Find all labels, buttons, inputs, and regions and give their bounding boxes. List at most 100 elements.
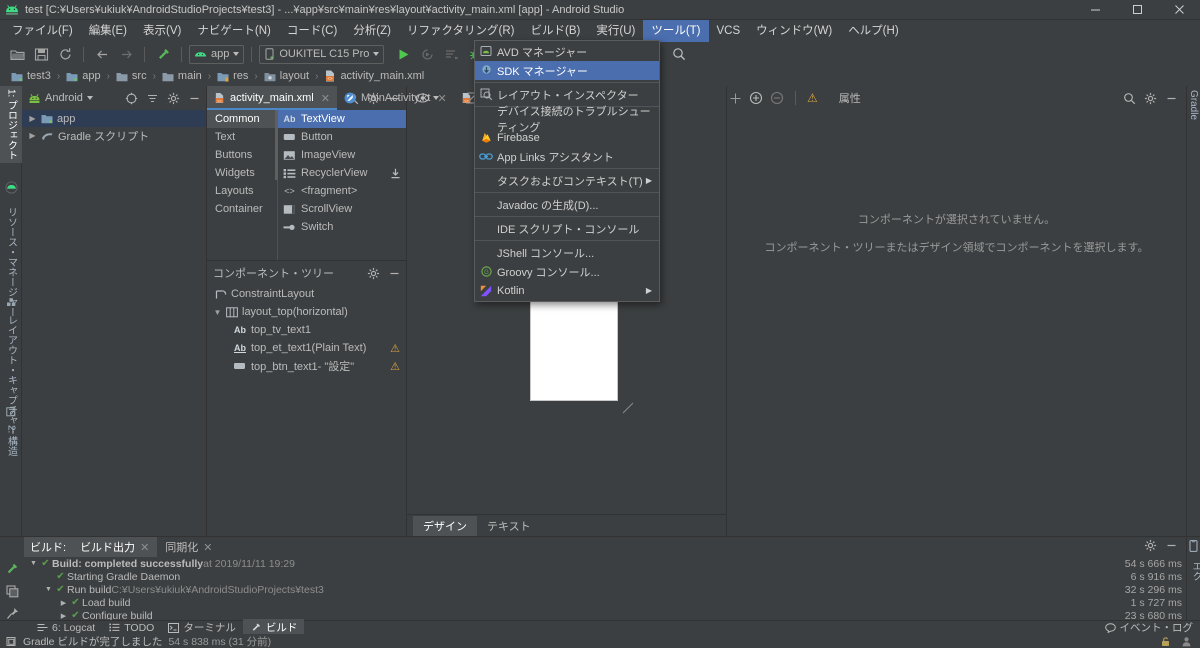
palette-item-switch[interactable]: Switch [278, 218, 406, 236]
tab-text[interactable]: テキスト [477, 516, 541, 536]
breadcrumb-item-test3[interactable]: test3 [8, 70, 54, 82]
palette-item-scrollview[interactable]: ScrollView [278, 200, 406, 218]
palette-category-widgets[interactable]: Widgets [207, 164, 277, 182]
resize-handle[interactable] [622, 402, 634, 414]
expand-arrow-icon[interactable]: ▶ [58, 599, 69, 607]
palette-category-text[interactable]: Text [207, 128, 277, 146]
device-selector[interactable]: OUKITEL C15 Pro [259, 44, 385, 64]
gear-icon[interactable] [365, 265, 381, 281]
collapse-arrow-icon[interactable]: ▼ [28, 560, 39, 567]
project-tree-item-app[interactable]: ▶ app [22, 110, 206, 127]
menu-run[interactable]: 実行(U) [588, 20, 643, 42]
run-icon[interactable] [392, 44, 414, 64]
gear-icon[interactable] [1144, 539, 1157, 552]
build-hammer-icon[interactable] [152, 44, 174, 64]
download-icon[interactable] [390, 168, 406, 179]
expand-arrow-icon-2[interactable]: ▶ [58, 612, 69, 620]
build-row[interactable]: ▼ ✔ Build: completed successfully at 201… [24, 557, 1200, 570]
close-icon[interactable]: ✕ [203, 541, 212, 554]
collapse-arrow-icon[interactable]: ▼ [213, 308, 222, 317]
tool-button-logcat[interactable]: 6: Logcat [30, 621, 102, 635]
gear-icon[interactable] [165, 90, 181, 106]
menu-refactor[interactable]: リファクタリング(R) [399, 20, 523, 42]
palette-category-common[interactable]: Common [207, 110, 277, 128]
project-panel-title-group[interactable]: Android [28, 92, 93, 104]
close-icon[interactable]: ✕ [140, 541, 149, 554]
menu-item-generate-javadoc[interactable]: Javadoc の生成(D)... [475, 195, 659, 214]
sidebar-item-device-file-explorer[interactable]: デバイス・ファイル・エク [1188, 561, 1200, 620]
collapse-all-icon[interactable] [144, 90, 160, 106]
menu-item-jshell-console[interactable]: JShell コンソール... [475, 243, 659, 262]
hide-panel-icon[interactable] [386, 265, 402, 281]
module-selector[interactable]: app [189, 44, 245, 64]
component-tree-row[interactable]: top_btn_text1- "設定" ⚠ [207, 357, 406, 375]
apply-code-changes-icon[interactable] [440, 44, 462, 64]
sidebar-item-structure[interactable]: 2: 構造 [0, 422, 22, 459]
build-row[interactable]: ▶ ✔ Load build 1 s 727 ms [24, 596, 1200, 609]
lock-open-icon[interactable] [1160, 636, 1171, 647]
menu-vcs[interactable]: VCS [709, 20, 749, 42]
breadcrumb-item-main[interactable]: main [159, 70, 205, 82]
palette-scrollbar[interactable] [275, 110, 278, 180]
project-tree-item-gradle-scripts[interactable]: ▶ Gradle スクリプト [22, 127, 206, 144]
tab-design[interactable]: デザイン [413, 516, 477, 536]
forward-arrow-icon[interactable] [115, 44, 137, 64]
target-icon[interactable] [123, 90, 139, 106]
menu-item-groovy-console[interactable]: G Groovy コンソール... [475, 262, 659, 281]
palette-item-button[interactable]: Button [278, 128, 406, 146]
device-file-explorer-icon[interactable] [1188, 540, 1199, 552]
warning-icon[interactable]: ⚠ [390, 360, 400, 373]
expand-arrow-icon[interactable]: ▶ [28, 114, 37, 123]
menu-tools[interactable]: ツール(T) [643, 20, 709, 42]
breadcrumb-item-layout[interactable]: layout [261, 70, 312, 82]
sidebar-item-project[interactable]: 1: プロジェクト [0, 86, 22, 164]
breadcrumb-item-activity-main-xml[interactable]: <> activity_main.xml [321, 70, 427, 82]
build-row[interactable]: ▼ ✔ Run build C:¥Users¥ukiuk¥AndroidStud… [24, 583, 1200, 596]
pin-icon[interactable] [6, 607, 19, 620]
build-tab-sync[interactable]: 同期化 ✕ [157, 537, 220, 557]
hide-panel-icon[interactable] [1165, 539, 1178, 552]
component-tree-row[interactable]: ▼ layout_top(horizontal) [207, 303, 406, 321]
menu-item-layout-inspector[interactable]: レイアウト・インスペクター [475, 85, 659, 104]
minimize-button[interactable] [1074, 0, 1116, 20]
menu-code[interactable]: コード(C) [279, 20, 345, 42]
menu-file[interactable]: ファイル(F) [4, 20, 81, 42]
menu-item-sdk-manager[interactable]: SDK マネージャー [475, 61, 659, 80]
menu-analyze[interactable]: 分析(Z) [345, 20, 399, 42]
palette-item-fragment[interactable]: <> <fragment> [278, 182, 406, 200]
close-icon[interactable]: ✕ [437, 92, 446, 105]
breadcrumb-item-res[interactable]: res [214, 70, 251, 82]
menu-navigate[interactable]: ナビゲート(N) [189, 20, 278, 42]
component-tree-row[interactable]: ConstraintLayout [207, 285, 406, 303]
editor-tab-activity-main-xml[interactable]: <> activity_main.xml ✕ [207, 86, 337, 110]
back-arrow-icon[interactable] [91, 44, 113, 64]
menu-help[interactable]: ヘルプ(H) [840, 20, 906, 42]
maximize-button[interactable] [1116, 0, 1158, 20]
menu-item-avd-manager[interactable]: AVD マネージャー [475, 42, 659, 61]
editor-tab-mainactivity-kt[interactable]: MainActivity.kt ✕ [337, 86, 454, 110]
component-tree-row[interactable]: Ab top_tv_text1 [207, 321, 406, 339]
tool-button-todo[interactable]: TODO [102, 621, 161, 635]
open-folder-icon[interactable] [6, 44, 28, 64]
sync-icon[interactable] [54, 44, 76, 64]
menu-item-tasks-and-contexts[interactable]: タスクおよびコンテキスト(T) ▶ [475, 171, 659, 190]
breadcrumb-item-app[interactable]: app [63, 70, 103, 82]
close-button[interactable] [1158, 0, 1200, 20]
expand-arrow-icon-2[interactable]: ▶ [28, 131, 37, 140]
component-tree-row[interactable]: Ab top_et_text1(Plain Text) ⚠ [207, 339, 406, 357]
menu-item-device-connection-troubleshooting[interactable]: デバイス接続のトラブルシューティング [475, 106, 659, 134]
menu-item-app-links-assistant[interactable]: App Links アシスタント [475, 147, 659, 166]
menu-item-ide-scripting-console[interactable]: IDE スクリプト・コンソール [475, 219, 659, 238]
menu-build[interactable]: ビルド(B) [523, 20, 589, 42]
palette-category-container[interactable]: Container [207, 200, 277, 218]
palette-item-textview[interactable]: Ab TextView [278, 110, 406, 128]
palette-item-recyclerview[interactable]: RecyclerView [278, 164, 406, 182]
breadcrumb-item-src[interactable]: src [113, 70, 150, 82]
build-row[interactable]: ✔ Starting Gradle Daemon 6 s 916 ms [24, 570, 1200, 583]
build-tab-output[interactable]: ビルド出力 ✕ [72, 537, 158, 557]
menu-view[interactable]: 表示(V) [135, 20, 189, 42]
memory-icon[interactable] [1181, 636, 1192, 647]
menu-item-kotlin[interactable]: Kotlin ▶ [475, 281, 659, 300]
menu-window[interactable]: ウィンドウ(W) [748, 20, 840, 42]
hide-panel-icon[interactable] [186, 90, 202, 106]
